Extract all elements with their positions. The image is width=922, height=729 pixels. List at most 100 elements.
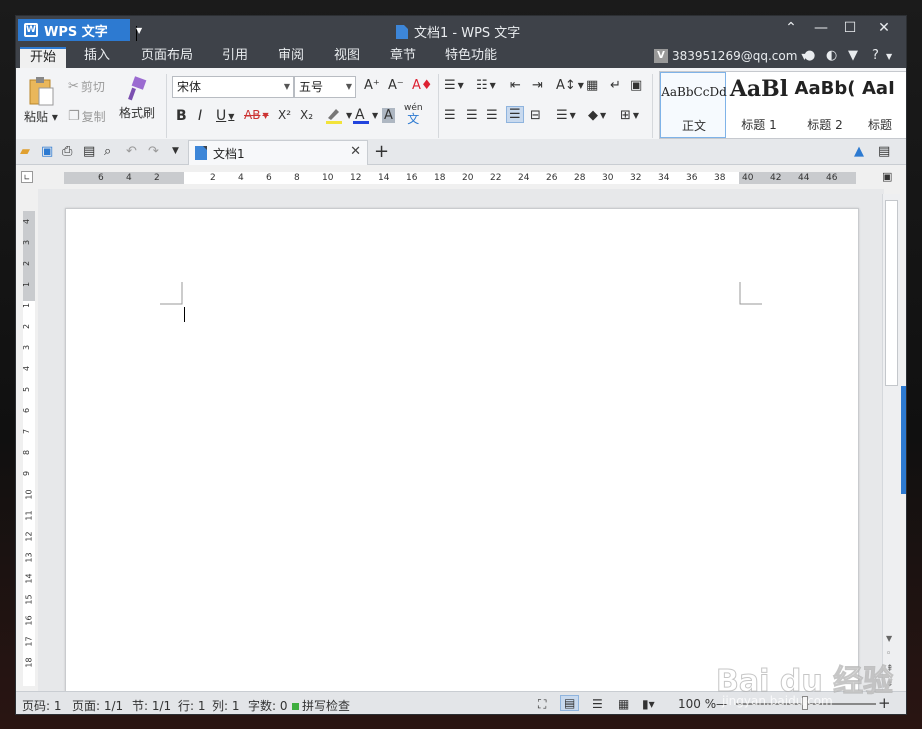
scroll-down-icon[interactable]: ▼ (886, 634, 892, 643)
document-tab[interactable]: 文档1 ✕ (188, 140, 368, 165)
app-menu-button[interactable]: W WPS 文字 ▼ (18, 19, 142, 41)
quick-access-menu[interactable]: ▼ (172, 146, 179, 156)
tab-stop-selector[interactable]: ∟ (21, 171, 33, 183)
web-view-icon[interactable]: ▦ (618, 697, 629, 711)
document-page[interactable] (65, 208, 859, 708)
print-button[interactable]: ⎙ (62, 144, 72, 159)
zoom-level[interactable]: 100 % (678, 697, 716, 711)
save-button[interactable]: ▣ (41, 144, 53, 159)
vertical-scrollbar[interactable]: ▼ ◦ ⇞ ⇟ (882, 194, 900, 691)
text-direction-button[interactable]: A↕ ▼ (556, 78, 584, 93)
margin-corner-top-left (160, 282, 183, 305)
style-label: 正文 (681, 119, 706, 133)
task-pane-toggle[interactable] (901, 386, 906, 494)
ruler-toggle-icon[interactable]: ▣ (882, 170, 892, 183)
export-pdf-button[interactable]: ▤ (83, 144, 95, 159)
style-normal[interactable]: AaBbCcDd 正文 (660, 72, 727, 138)
status-row: 行: 1 (178, 699, 206, 713)
tab-page-layout[interactable]: 页面布局 (134, 47, 200, 68)
tab-menu-icon[interactable]: ▤ (878, 144, 890, 159)
style-heading-1[interactable]: AaBl 标题 1 (726, 72, 792, 138)
shrink-font-button[interactable]: A⁻ (388, 78, 404, 93)
page-view-icon[interactable]: ▤ (560, 695, 580, 711)
char-shading-button[interactable]: A (382, 108, 395, 123)
subscript-button[interactable]: X₂ (300, 108, 313, 122)
tab-references[interactable]: 引用 (212, 47, 258, 68)
font-name-select[interactable]: 宋体 ▼ (172, 76, 294, 98)
cloud-sync-icon[interactable]: ▲ (854, 144, 864, 159)
collapse-ribbon-button[interactable]: ⌃ (780, 20, 802, 36)
shirt-icon[interactable]: ▼ (848, 48, 858, 63)
new-tab-button[interactable]: + (374, 141, 389, 162)
show-marks-button[interactable]: ↵ (610, 78, 621, 93)
bold-button[interactable]: B (176, 108, 187, 124)
cut-button[interactable]: ✂ 剪切 (68, 78, 105, 95)
scrollbar-thumb[interactable] (885, 200, 898, 386)
align-center-button[interactable]: ☰ (466, 108, 478, 123)
font-size-select[interactable]: 五号 ▼ (294, 76, 356, 98)
bullets-button[interactable]: ☰ ▼ (444, 78, 464, 93)
tab-view[interactable]: 视图 (324, 47, 370, 68)
justify-button[interactable]: ☰ (506, 106, 524, 123)
decrease-indent-button[interactable]: ⇤ (510, 78, 521, 93)
tab-insert[interactable]: 插入 (74, 47, 120, 68)
tab-start[interactable]: 开始 (20, 47, 66, 68)
vertical-ruler[interactable]: 4 3 2 1 1 2 3 4 5 6 7 8 9 10 11 12 13 14 15 16 17 18 (22, 211, 35, 686)
font-color-button[interactable]: A ▼ (352, 106, 378, 124)
redo-button[interactable]: ↷ (148, 144, 159, 159)
phonetic-guide-button[interactable]: wén 文 (404, 104, 423, 126)
account-menu[interactable]: V 383951269@qq.com ▼ (654, 49, 808, 63)
close-button[interactable]: ✕ (873, 20, 895, 36)
full-screen-icon[interactable]: ⛶ (538, 697, 546, 712)
line-spacing-button[interactable]: ☰ ▼ (556, 108, 576, 123)
italic-button[interactable]: I (198, 108, 202, 124)
table-button[interactable]: ▦ (586, 78, 598, 93)
align-left-button[interactable]: ☰ (444, 108, 456, 123)
align-right-button[interactable]: ☰ (486, 108, 498, 123)
spell-check-button[interactable]: 拼写检查 (292, 697, 350, 714)
ruler-tick-label: 32 (630, 173, 642, 183)
window-title-text: 文档1 - WPS 文字 (414, 26, 521, 41)
ruler-tick-label: 34 (658, 173, 670, 183)
outline-view-icon[interactable]: ☰ (592, 697, 603, 711)
bullet-list-icon: ☰ (444, 78, 456, 93)
horizontal-ruler[interactable]: 6 4 2 2 4 6 8 10 12 14 16 18 20 22 24 26 28 30 32 34 36 38 40 4… (64, 172, 856, 184)
paste-button[interactable]: 粘贴 ▾ (24, 76, 58, 125)
undo-button[interactable]: ↶ (126, 144, 137, 159)
strikethrough-button[interactable]: AB ▼ (244, 108, 269, 122)
shading-button[interactable]: ◆ ▼ (588, 108, 606, 123)
minimize-button[interactable]: — (810, 20, 832, 36)
underline-button[interactable]: U ▼ (216, 108, 234, 124)
styles-gallery: AaBbCcDd 正文 AaBl 标题 1 AaBb( 标题 2 AaI 标题 (659, 71, 906, 139)
tab-review[interactable]: 审阅 (268, 47, 314, 68)
align-center-icon: ☰ (466, 108, 478, 123)
ruler-tick-label: 10 (24, 489, 34, 500)
superscript-button[interactable]: X² (278, 108, 291, 122)
format-painter-button[interactable]: 格式刷 (119, 76, 155, 121)
close-tab-icon[interactable]: ✕ (350, 144, 361, 159)
borders-button[interactable]: ⊞ ▼ (620, 108, 639, 123)
print-preview-button[interactable]: ⌕ (104, 144, 111, 159)
skin-icon[interactable]: ◐ (826, 48, 837, 63)
tab-special-features[interactable]: 特色功能 (436, 47, 506, 68)
clear-format-button[interactable]: A♦ (412, 78, 433, 93)
navigation-pane-button[interactable]: ▣ (630, 78, 642, 93)
account-email: 383951269@qq.com (672, 49, 798, 63)
highlight-button[interactable]: ▼ (324, 106, 352, 124)
distribute-button[interactable]: ⊟ (530, 108, 541, 123)
cloud-icon[interactable]: ● (804, 48, 815, 63)
help-icon[interactable]: ? (872, 48, 879, 63)
reading-view-icon[interactable]: ▮▾ (642, 697, 655, 711)
maximize-button[interactable]: ☐ (839, 20, 861, 36)
copy-button[interactable]: ❐ 复制 (68, 108, 106, 125)
style-heading-2[interactable]: AaBb( 标题 2 (792, 72, 858, 138)
caret-down-icon: ▼ (600, 111, 607, 120)
grow-font-button[interactable]: A⁺ (364, 78, 380, 93)
increase-indent-button[interactable]: ⇥ (532, 78, 543, 93)
numbering-button[interactable]: ☷ ▼ (476, 78, 496, 93)
style-label: 标题 2 (807, 118, 843, 132)
open-button[interactable]: ▰ (20, 144, 30, 159)
tab-chapter[interactable]: 章节 (380, 47, 426, 68)
ruler-tick-label: 38 (714, 173, 726, 183)
style-heading[interactable]: AaI 标题 (858, 72, 906, 138)
